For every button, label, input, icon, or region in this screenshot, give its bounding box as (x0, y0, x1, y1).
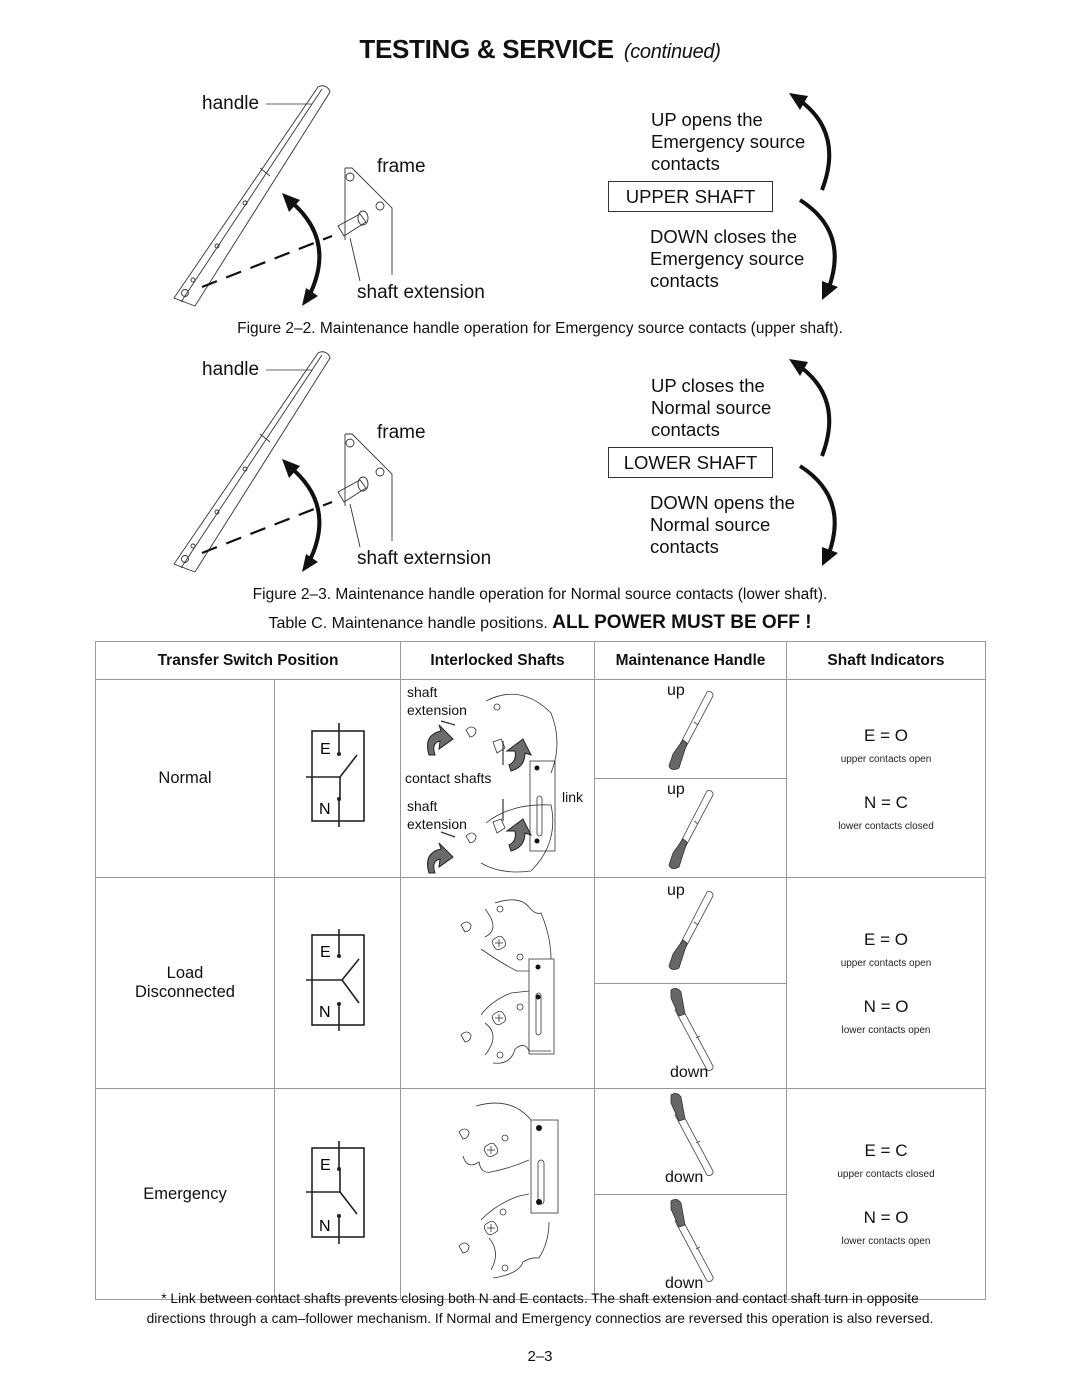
handle-up-icon (668, 691, 714, 770)
switch-symbol-cell: E N (274, 679, 401, 878)
switch-symbol-cell: E N (274, 877, 401, 1089)
up-line-3: contacts (651, 153, 720, 174)
shaft-extension-label: shaft externsion (357, 548, 492, 569)
switch-normal-symbol-icon: E N (306, 723, 365, 827)
E-label: E (320, 741, 331, 758)
power-off-warning: ALL POWER MUST BE OFF ! (552, 612, 812, 633)
interlocked-shafts-cell (400, 1088, 595, 1300)
indicator-note: lower contacts closed (838, 820, 934, 832)
table-row: Emergency E N down E = C upper contacts … (95, 1088, 986, 1300)
handle-position-cell: down (594, 1193, 787, 1300)
switch-emergency-symbol-icon: E N (306, 1141, 365, 1244)
frame-label: frame (377, 156, 426, 177)
position-cell: Emergency (95, 1088, 275, 1300)
up-description: UP closes the Normal source contacts (651, 375, 771, 441)
up-line-3: contacts (651, 419, 720, 440)
shaft-extension-top-label: shaft extension (407, 684, 467, 718)
table-row: Load Disconnected E N up E = O upper con… (95, 877, 986, 1089)
down-line-1: DOWN opens the (650, 492, 795, 513)
footnote-line-1: * Link between contact shafts prevents c… (161, 1291, 919, 1306)
up-line-1: UP opens the (651, 109, 763, 130)
indicator-value: N = O (863, 997, 909, 1016)
indicator-note: upper contacts closed (837, 1169, 935, 1180)
down-line-1: DOWN closes the (650, 226, 798, 247)
switch-symbol-cell: E N (274, 1088, 401, 1300)
indicator-note: upper contacts open (840, 753, 932, 765)
handle-icon (173, 351, 331, 573)
handle-label: handle (202, 93, 260, 114)
handle-position-cell: up (594, 778, 787, 878)
interlocked-shafts-cell: shaft extension contact shafts shaft ext… (400, 679, 595, 878)
up-line-1: UP closes the (651, 375, 765, 396)
shaft-indicators-cell: E = O upper contacts open N = O lower co… (786, 877, 986, 1089)
upper-shaft-box: UPPER SHAFT (608, 181, 773, 212)
switch-load-disconnected-symbol-icon: E N (306, 929, 365, 1031)
page-number: 2–3 (527, 1348, 553, 1365)
handle-down-icon (670, 987, 714, 1071)
figure-2-3-caption: Figure 2–3. Maintenance handle operation… (252, 586, 828, 603)
interlocked-shafts-emergency-icon (458, 1102, 559, 1278)
handle-up-icon (668, 891, 714, 970)
down-line-3: contacts (650, 536, 719, 557)
position-cell: Normal (95, 679, 275, 878)
table-footnote: * Link between contact shafts prevents c… (0, 1289, 1080, 1329)
position-label: Normal (158, 769, 212, 787)
shaft-indicators-cell: E = O upper contacts open N = C lower co… (786, 679, 986, 878)
indicator-note: upper contacts open (840, 958, 932, 969)
header-transfer-switch-position: Transfer Switch Position (95, 641, 401, 680)
contact-shafts-label: contact shafts (405, 770, 492, 786)
frame-icon (337, 167, 393, 282)
E-label: E (320, 1157, 331, 1174)
position-label: Load (166, 964, 204, 982)
N-label: N (319, 1218, 331, 1235)
header-interlocked-shafts: Interlocked Shafts (400, 641, 595, 680)
N-label: N (319, 1004, 331, 1021)
frame-icon (337, 433, 393, 548)
header-maintenance-handle: Maintenance Handle (594, 641, 787, 680)
handle-up-icon (668, 790, 714, 869)
position-cell: Load Disconnected (95, 877, 275, 1089)
maintenance-handle-table: Transfer Switch Position Interlocked Sha… (95, 641, 986, 1300)
handle-position-label: down (670, 1063, 709, 1081)
handle-illustration (173, 351, 838, 573)
handle-position-cell: up (594, 877, 787, 984)
handle-position-label: down (665, 1169, 704, 1186)
handle-down-icon (670, 1198, 714, 1282)
position-label: Disconnected (135, 983, 235, 1001)
indicator-note: lower contacts open (841, 1025, 931, 1036)
N-label: N (319, 801, 331, 818)
handle-position-cell: up (594, 679, 787, 779)
footnote-line-2: directions through a cam–follower mechan… (146, 1311, 934, 1326)
up-description: UP opens the Emergency source contacts (651, 109, 805, 175)
up-line-2: Normal source (651, 397, 772, 418)
table-header-row: Transfer Switch Position Interlocked Sha… (95, 641, 986, 680)
handle-position-cell: down (594, 982, 787, 1089)
shaft-indicators-cell: E = C upper contacts closed N = O lower … (786, 1088, 986, 1300)
shaft-extension-bottom-label: shaft extension (407, 798, 467, 832)
handle-down-icon (670, 1093, 714, 1176)
indicator-value: N = O (863, 1208, 909, 1227)
frame-label: frame (377, 422, 426, 443)
link-label: link (562, 789, 584, 805)
indicator-note: lower contacts open (841, 1236, 931, 1247)
interlocked-shafts-cell (400, 877, 595, 1089)
interlocked-shafts-load-disconnected-icon (460, 898, 555, 1064)
indicator-value: E = O (864, 725, 908, 745)
handle-label: handle (202, 359, 260, 380)
table-caption-prefix: Table C. Maintenance handle positions. (268, 615, 548, 632)
up-line-2: Emergency source (651, 131, 806, 152)
lower-shaft-box: LOWER SHAFT (608, 447, 773, 478)
table-row: Normal E N shaft extension contact shaft… (95, 679, 986, 878)
indicator-value: E = C (864, 1141, 908, 1160)
down-description: DOWN opens the Normal source contacts (650, 492, 795, 558)
figure-lower-shaft: handle frame shaft externsion UP closes … (0, 266, 1080, 586)
indicator-value: E = O (864, 930, 908, 949)
indicator-value: N = C (864, 792, 908, 812)
table-caption: Table C. Maintenance handle positions. A… (0, 612, 1080, 634)
E-label: E (320, 944, 331, 961)
position-label: Emergency (143, 1184, 227, 1203)
handle-position-cell: down (594, 1088, 787, 1195)
down-line-2: Normal source (650, 514, 771, 535)
header-shaft-indicators: Shaft Indicators (786, 641, 986, 680)
